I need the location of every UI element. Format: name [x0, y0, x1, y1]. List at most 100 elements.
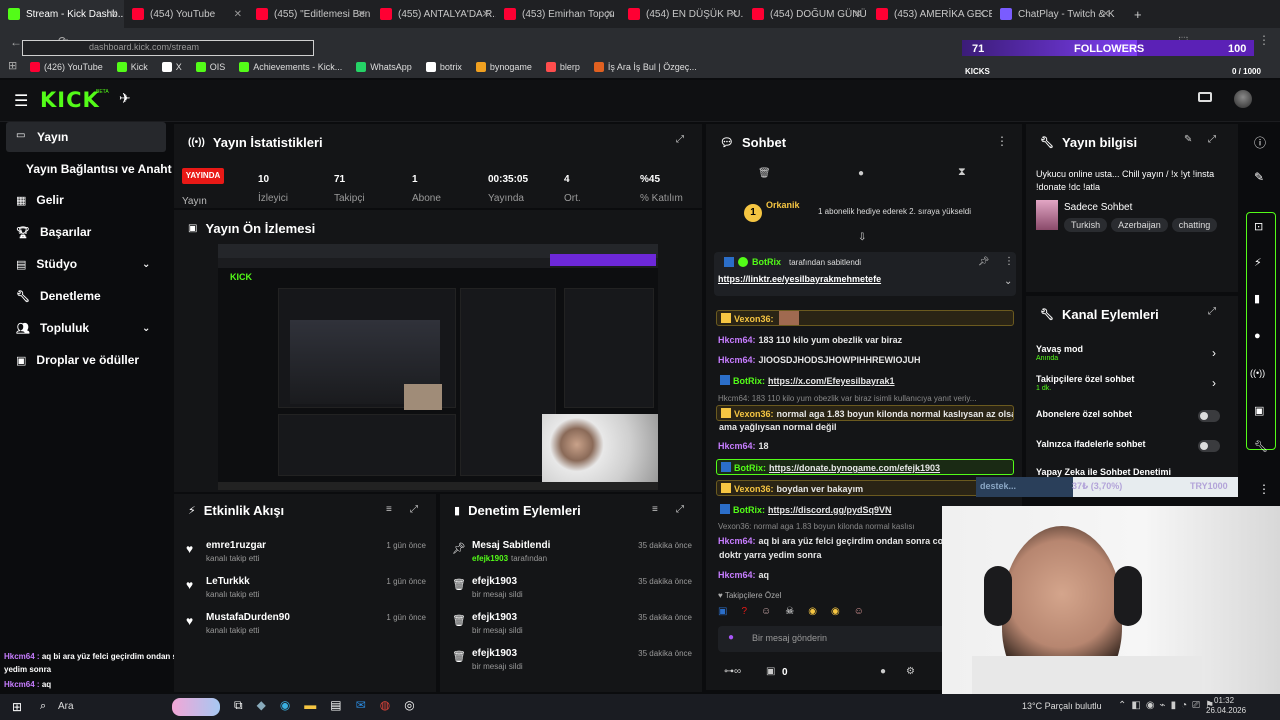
weather-text[interactable]: 13°C Parçalı bulutlu — [1022, 701, 1102, 711]
popout-icon[interactable]: ⤢ — [676, 134, 684, 145]
channel-action-item[interactable]: Takipçilere özel sohbet 1 dk. › — [1026, 372, 1238, 398]
gift-icon[interactable]: ▣ — [766, 666, 775, 677]
chat-username[interactable]: BotRix: — [733, 376, 765, 386]
moderation-row[interactable]: 📌︎ Mesaj Sabitlendi efejk1903 tarafından 35 … — [440, 538, 702, 574]
unpin-icon[interactable]: 📌︎ — [978, 256, 989, 267]
emote-icon[interactable]: ◉ — [808, 606, 817, 622]
info-icon[interactable]: ⓘ — [1254, 134, 1266, 151]
bookmark-item[interactable]: Achievements - Kick... — [239, 62, 342, 72]
menu-icon[interactable]: ⋮ — [1258, 33, 1270, 47]
viewers-icon[interactable]: ⊶∞ — [724, 666, 741, 677]
bookmark-item[interactable]: İş Ara İş Bul | Özgeç... — [593, 62, 697, 72]
chat-icon[interactable]: ● — [1254, 330, 1261, 342]
browser-tab[interactable]: Stream - Kick Dashb... ✕ — [0, 0, 124, 28]
close-tab-icon[interactable]: ✕ — [234, 9, 242, 20]
mic-icon[interactable]: ● — [728, 632, 734, 643]
chat-message[interactable]: Hkcm64: 18 — [716, 438, 1014, 454]
close-tab-icon[interactable]: ✕ — [482, 9, 490, 20]
sidebar-item-yayin[interactable]: Yayın ▭ — [6, 122, 166, 152]
edit-icon[interactable]: ✎ — [1254, 170, 1264, 184]
clock-time[interactable]: 01:32 — [1214, 696, 1234, 705]
apps-grid-icon[interactable]: ⊞ — [8, 59, 17, 72]
sidebar-item-denetleme[interactable]: 🔧︎ Denetleme — [0, 280, 172, 312]
wrench-icon[interactable]: 🔧︎ — [1254, 440, 1268, 453]
chat-message[interactable]: Vexon36: boydan ver bakayım — [716, 480, 1014, 496]
close-tab-icon[interactable]: ✕ — [606, 9, 614, 20]
category-name[interactable]: Sadece Sohbet — [1064, 202, 1132, 213]
bookmark-item[interactable]: X — [161, 62, 182, 72]
chat-message[interactable]: Hkcm64: JIOOSDJHODSJHOWPIHHREWIOJUH — [716, 352, 1014, 368]
emote-icon[interactable]: ◉ — [831, 606, 840, 622]
close-tab-icon[interactable]: ✕ — [358, 9, 366, 20]
chat-username[interactable]: Vexon36: — [734, 409, 774, 419]
chat-input[interactable]: ● Bir mesaj gönderin — [718, 626, 948, 652]
moderation-row[interactable]: 🗑︎ efejk1903 bir mesajı sildi 35 dakika önc… — [440, 646, 702, 682]
document-icon[interactable]: ▮ — [1254, 292, 1260, 305]
chat-username[interactable]: Hkcm64: — [718, 536, 756, 546]
chat-username[interactable]: BotRix: — [733, 505, 765, 515]
chat-username[interactable]: Vexon36: — [734, 314, 774, 324]
browser-tab[interactable]: ChatPlay - Twitch & K ✕ — [992, 0, 1116, 28]
bookmark-item[interactable]: blerp — [545, 62, 580, 72]
moderation-row[interactable]: 🗑︎ efejk1903 bir mesajı sildi 35 dakika önc… — [440, 574, 702, 610]
search-icon[interactable]: ⌕ — [40, 700, 46, 713]
emote-icon[interactable]: ☺ — [854, 606, 864, 622]
tag[interactable]: Turkish — [1064, 218, 1108, 232]
channel-action-item[interactable]: Yalnızca ifadelerle sohbet — [1026, 434, 1238, 460]
back-icon[interactable]: ← — [10, 35, 22, 49]
popout-icon[interactable]: ⤢ — [1208, 306, 1216, 317]
chat-icon[interactable]: ● — [858, 168, 864, 179]
hourglass-icon[interactable]: ⧗ — [958, 166, 966, 179]
activity-row[interactable]: ♥ emre1ruzgar kanalı takip etti 1 gün önce — [174, 538, 436, 574]
chat-username[interactable]: Hkcm64: — [718, 441, 756, 451]
browser-tab[interactable]: (454) YouTube ✕ — [124, 0, 248, 28]
pin-icon[interactable]: ✈ — [119, 90, 131, 107]
chat-link[interactable]: https://x.com/Efeyesilbayrak1 — [768, 376, 895, 386]
sidebar-item-topluluk[interactable]: 👥︎ Topluluk ⌄ — [0, 312, 172, 344]
task-view-icon[interactable]: ⧉ — [234, 698, 243, 716]
browser-tab[interactable]: (454) DOĞUM GÜNÜ ✕ — [744, 0, 868, 28]
close-tab-icon[interactable]: ✕ — [730, 9, 738, 20]
edit-icon[interactable]: ✎ — [1184, 134, 1192, 145]
more-icon[interactable]: ⋮ — [1258, 482, 1270, 496]
filter-icon[interactable]: ≡ — [386, 504, 392, 515]
widget-icon[interactable] — [172, 698, 220, 716]
emote-icon[interactable]: ▣ — [718, 606, 727, 622]
sidebar-item-studyo[interactable]: ▤ Stüdyo ⌄ — [0, 248, 172, 280]
tray-icons[interactable]: ⌃◧◉⌁▮◔⎚⚑ — [1118, 700, 1219, 711]
trash-icon[interactable]: 🗑︎ — [758, 168, 771, 179]
pinned-message[interactable]: BotRix tarafından sabitlendi 📌︎ ⋮ https:… — [714, 252, 1016, 296]
close-tab-icon[interactable]: ✕ — [110, 9, 118, 20]
channel-action-item[interactable]: Abonelere özel sohbet — [1026, 404, 1238, 430]
wallet-icon[interactable] — [1198, 92, 1212, 102]
popout-icon[interactable]: ⤢ — [676, 504, 684, 515]
filter-icon[interactable]: ≡ — [652, 504, 658, 515]
sidebar-item-basarilar[interactable]: 🏆︎ Başarılar — [0, 216, 172, 248]
moderation-row[interactable]: 🗑︎ efejk1903 bir mesajı sildi 35 dakika önc… — [440, 610, 702, 646]
close-tab-icon[interactable]: ✕ — [978, 9, 986, 20]
browser-tab[interactable]: (455) "Editlemesi Ben ✕ — [248, 0, 372, 28]
emote-icon[interactable]: ☠ — [785, 606, 794, 622]
kick-logo[interactable]: KICK — [40, 88, 100, 112]
stream-preview-video[interactable]: KICK — [218, 244, 658, 490]
activity-row[interactable]: ♥ MustafaDurden90 kanalı takip etti 1 gün ö… — [174, 610, 436, 646]
preview-icon[interactable]: ▣ — [1254, 404, 1264, 417]
obs-icon[interactable]: ◎ — [404, 698, 414, 716]
store-icon[interactable]: ▤ — [330, 698, 341, 716]
bookmark-item[interactable]: (426) YouTube — [30, 62, 103, 72]
close-tab-icon[interactable]: ✕ — [854, 9, 862, 20]
chat-username[interactable]: Hkcm64: — [718, 335, 756, 345]
popout-icon[interactable]: ⤢ — [410, 504, 418, 515]
file-explorer-icon[interactable]: ▬ — [304, 698, 316, 716]
windows-start-icon[interactable]: ⊞ — [12, 700, 22, 714]
collapse-icon[interactable]: ⇩ — [858, 232, 866, 243]
bookmark-item[interactable]: WhatsApp — [356, 62, 412, 72]
chat-message[interactable]: Hkcm64: 183 110 kilo yum obezlik var bira… — [716, 332, 1014, 348]
sidebar-item-gelir[interactable]: ▦ Gelir — [0, 184, 172, 216]
copilot-icon[interactable]: ◆ — [257, 698, 266, 716]
taskbar-search-label[interactable]: Ara — [58, 701, 74, 712]
chrome-icon[interactable]: ◍ — [380, 698, 390, 716]
toggle-switch[interactable] — [1198, 410, 1220, 422]
avatar[interactable] — [1234, 90, 1252, 108]
popout-icon[interactable]: ⤢ — [1208, 134, 1216, 145]
